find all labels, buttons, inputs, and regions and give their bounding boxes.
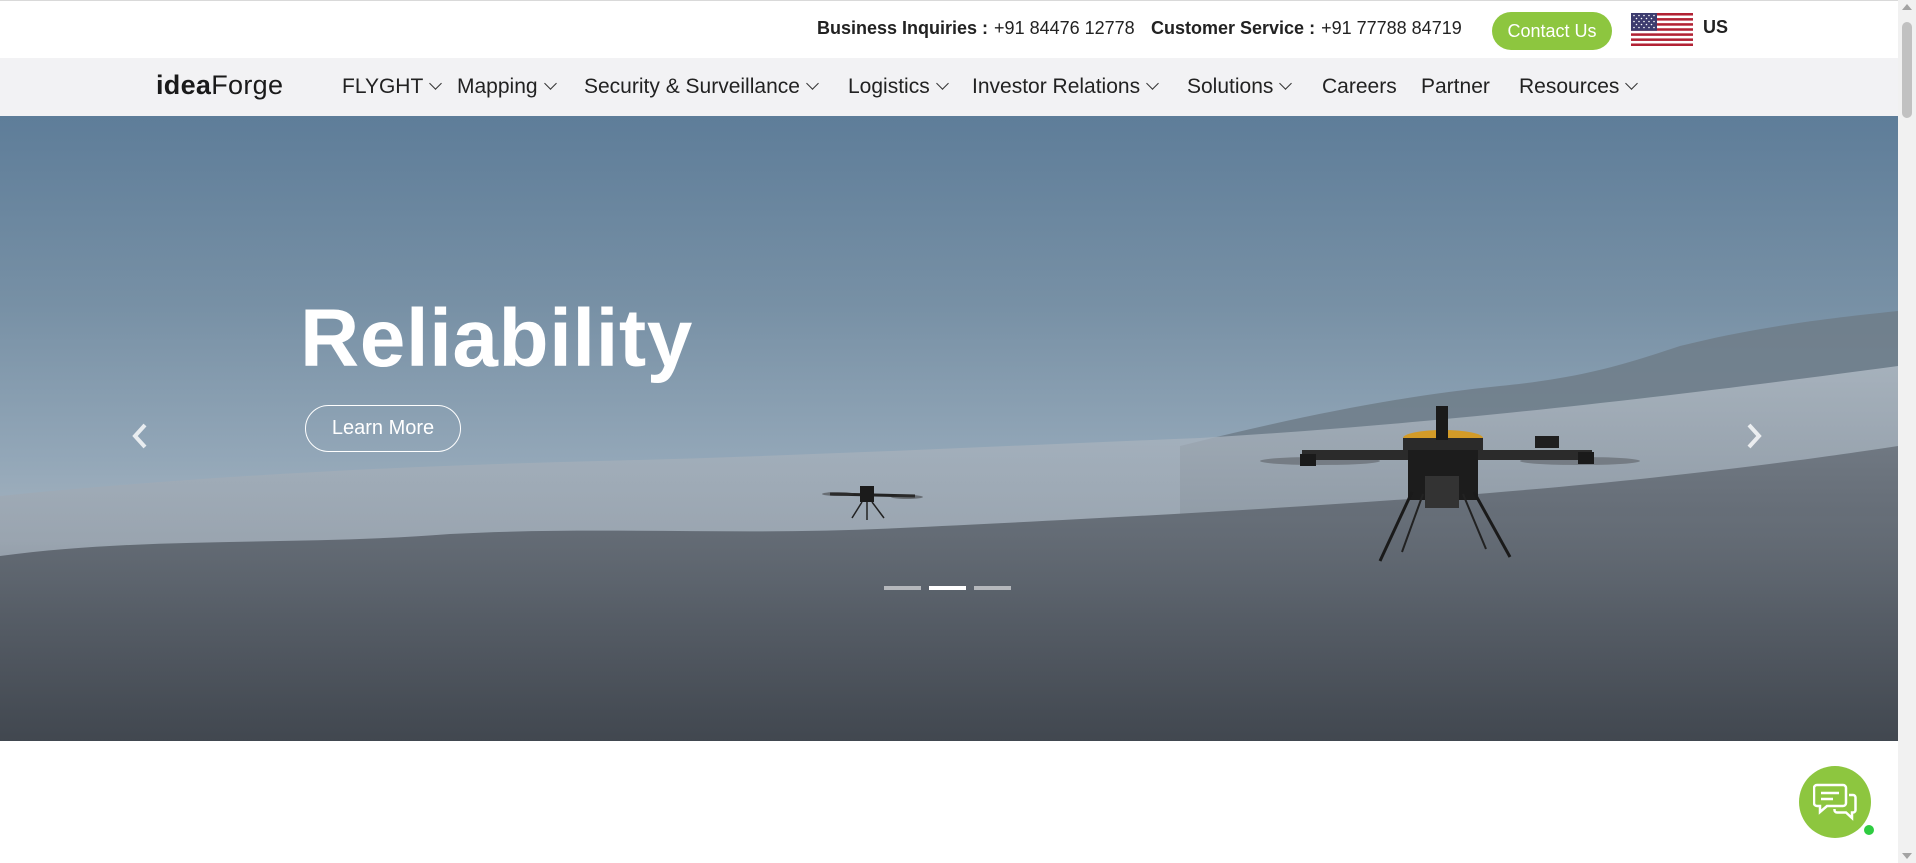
nav-item-label: Investor Relations bbox=[972, 75, 1141, 98]
logo-text-idea: idea bbox=[156, 70, 212, 100]
logo-text-forge: Forge bbox=[211, 70, 284, 100]
customer-service: Customer Service : +91 77788 84719 bbox=[1151, 18, 1462, 39]
chat-bubbles-icon bbox=[1813, 783, 1857, 821]
region-label[interactable]: US bbox=[1703, 17, 1728, 38]
chevron-down-icon bbox=[1146, 77, 1159, 90]
hero-background-image bbox=[0, 311, 1898, 741]
vertical-scrollbar[interactable] bbox=[1898, 0, 1916, 863]
us-flag-icon[interactable] bbox=[1631, 13, 1693, 46]
nav-item-label: Careers bbox=[1322, 75, 1397, 98]
nav-item-label: Solutions bbox=[1187, 75, 1274, 98]
nav-item-security-surveillance[interactable]: Security & Surveillance bbox=[584, 58, 819, 116]
chevron-down-icon bbox=[1625, 77, 1639, 90]
chat-online-status-dot bbox=[1862, 823, 1876, 837]
nav-item-investor-relations[interactable]: Investor Relations bbox=[972, 58, 1159, 116]
carousel-indicator-active[interactable] bbox=[929, 586, 966, 590]
learn-more-button[interactable]: Learn More bbox=[305, 405, 461, 452]
nav-item-solutions[interactable]: Solutions bbox=[1187, 58, 1293, 116]
main-navigation: ideaForge FLYGHT Mapping Security & Surv… bbox=[0, 58, 1898, 116]
business-inquiries-label: Business Inquiries : bbox=[817, 18, 989, 38]
nav-item-label: Logistics bbox=[848, 75, 930, 98]
hero-carousel: Reliability Learn More bbox=[0, 116, 1898, 741]
chevron-down-icon bbox=[543, 77, 557, 90]
scrollbar-thumb[interactable] bbox=[1902, 22, 1912, 118]
chevron-down-icon bbox=[429, 77, 443, 90]
chevron-right-icon[interactable] bbox=[1744, 421, 1764, 451]
nav-item-label: Resources bbox=[1519, 75, 1620, 98]
nav-item-careers[interactable]: Careers bbox=[1322, 58, 1397, 116]
carousel-indicator[interactable] bbox=[884, 586, 921, 590]
nav-item-label: Mapping bbox=[457, 75, 538, 98]
nav-item-mapping[interactable]: Mapping bbox=[457, 58, 557, 116]
chevron-left-icon[interactable] bbox=[130, 421, 150, 451]
top-bar: Business Inquiries : +91 84476 12778 Cust… bbox=[0, 0, 1898, 59]
customer-service-label: Customer Service : bbox=[1151, 18, 1316, 38]
nav-item-label: FLYGHT bbox=[342, 75, 424, 98]
customer-service-phone[interactable]: +91 77788 84719 bbox=[1321, 18, 1462, 38]
scroll-down-arrow-icon[interactable] bbox=[1902, 853, 1912, 859]
nav-item-logistics[interactable]: Logistics bbox=[848, 58, 949, 116]
business-inquiries: Business Inquiries : +91 84476 12778 bbox=[817, 18, 1135, 39]
nav-item-label: Partner bbox=[1421, 75, 1490, 98]
nav-item-resources[interactable]: Resources bbox=[1519, 58, 1639, 116]
contact-us-button[interactable]: Contact Us bbox=[1492, 12, 1612, 50]
chevron-down-icon bbox=[935, 77, 949, 90]
chevron-down-icon bbox=[1279, 77, 1293, 90]
nav-item-label: Security & Surveillance bbox=[584, 75, 800, 98]
nav-item-partner[interactable]: Partner bbox=[1421, 58, 1490, 116]
ideaforge-logo[interactable]: ideaForge bbox=[156, 70, 283, 101]
carousel-indicator[interactable] bbox=[974, 586, 1011, 590]
nav-item-flyght[interactable]: FLYGHT bbox=[342, 58, 443, 116]
hero-title: Reliability bbox=[300, 293, 693, 384]
scroll-up-arrow-icon[interactable] bbox=[1902, 4, 1912, 10]
chat-widget-button[interactable] bbox=[1799, 766, 1871, 838]
chevron-down-icon bbox=[806, 77, 819, 90]
business-inquiries-phone[interactable]: +91 84476 12778 bbox=[994, 18, 1135, 38]
